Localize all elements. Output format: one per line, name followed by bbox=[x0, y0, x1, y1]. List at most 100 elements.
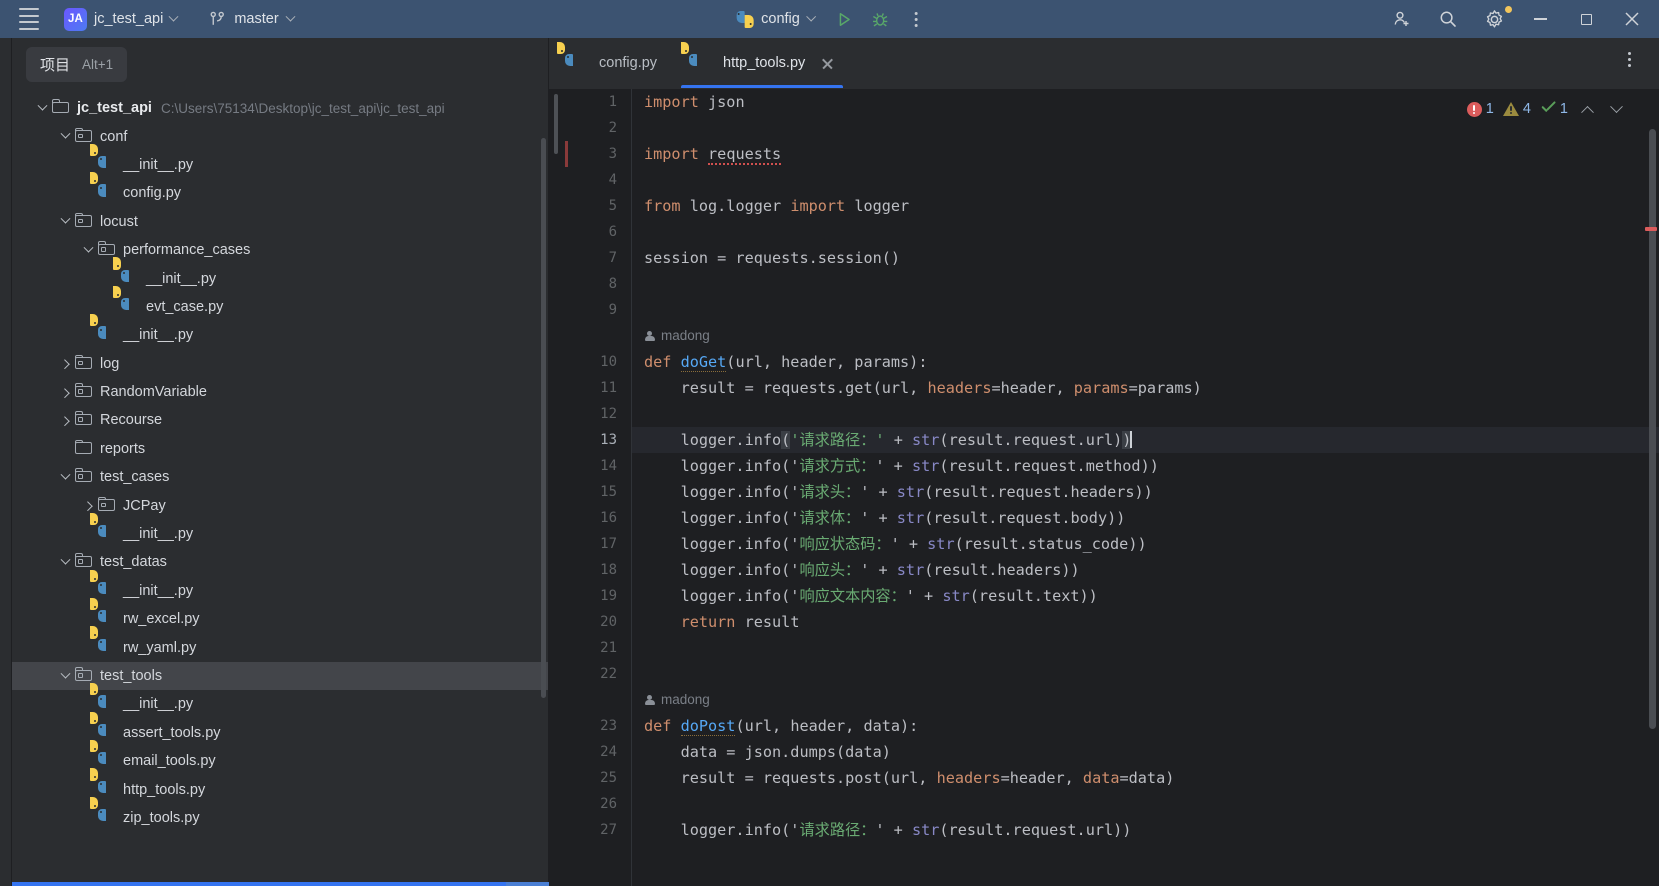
code-line[interactable]: logger.info('响应状态码：' + str(result.status… bbox=[632, 531, 1659, 557]
code-line[interactable]: logger.info('请求体：' + str(result.request.… bbox=[632, 505, 1659, 531]
chevron-right-icon[interactable] bbox=[57, 412, 73, 428]
chevron-down-icon bbox=[285, 11, 296, 22]
code-line-caret[interactable]: logger.info('请求路径：' + str(result.request… bbox=[632, 427, 1659, 453]
code-line[interactable]: logger.info('响应头：' + str(result.headers)… bbox=[632, 557, 1659, 583]
settings-button[interactable] bbox=[1471, 0, 1517, 38]
code-line[interactable] bbox=[632, 661, 1659, 687]
tree-row[interactable]: zip_tools.py bbox=[12, 804, 548, 832]
code-line[interactable] bbox=[632, 635, 1659, 661]
chevron-down-icon[interactable] bbox=[80, 242, 96, 258]
warning-indicator[interactable]: 4 bbox=[1500, 101, 1534, 117]
editor-options-button[interactable] bbox=[1613, 44, 1645, 74]
run-configuration-selector[interactable]: config bbox=[727, 7, 824, 32]
line-number: 22 bbox=[600, 666, 617, 682]
tree-row[interactable]: __init__.py bbox=[12, 264, 548, 292]
code-line[interactable] bbox=[632, 297, 1659, 323]
code-line[interactable]: def doPost(url, header, data): bbox=[632, 713, 1659, 739]
code-token: =params) bbox=[1128, 379, 1202, 397]
chevron-down-icon[interactable] bbox=[34, 100, 50, 116]
tree-row[interactable]: RandomVariable bbox=[12, 378, 548, 406]
code-line[interactable]: session = requests.session() bbox=[632, 245, 1659, 271]
project-scrollbar[interactable] bbox=[541, 138, 546, 698]
line-number: 23 bbox=[600, 718, 617, 734]
code-line[interactable] bbox=[632, 167, 1659, 193]
chevron-down-icon bbox=[1609, 99, 1623, 113]
tree-row[interactable]: Recourse bbox=[12, 406, 548, 434]
code-line[interactable]: return result bbox=[632, 609, 1659, 635]
title-bar-center: config bbox=[727, 4, 932, 34]
left-tool-strip[interactable] bbox=[0, 38, 12, 886]
branch-selector[interactable]: master bbox=[201, 7, 301, 32]
code-column[interactable]: import json import requests from log.log… bbox=[631, 89, 1659, 886]
tree-row[interactable]: log bbox=[12, 350, 548, 378]
package-folder-icon bbox=[75, 553, 93, 571]
code-line[interactable] bbox=[632, 791, 1659, 817]
code-line[interactable] bbox=[632, 401, 1659, 427]
code-line[interactable]: logger.info('请求头：' + str(result.request.… bbox=[632, 479, 1659, 505]
debug-button[interactable] bbox=[864, 4, 896, 34]
tree-row[interactable]: jc_test_api C:\Users\75134\Desktop\jc_tes… bbox=[12, 94, 548, 122]
tree-row[interactable]: test_cases bbox=[12, 463, 548, 491]
typo-indicator[interactable]: 1 bbox=[1537, 101, 1571, 117]
vcs-annotation[interactable]: madong bbox=[632, 687, 1659, 713]
chevron-down-icon[interactable] bbox=[57, 668, 73, 684]
code-line[interactable]: data = json.dumps(data) bbox=[632, 739, 1659, 765]
chevron-right-icon[interactable] bbox=[57, 356, 73, 372]
code-token: ( bbox=[781, 431, 791, 449]
error-indicator[interactable]: 1 bbox=[1464, 101, 1497, 117]
tree-row[interactable]: rw_yaml.py bbox=[12, 633, 548, 661]
search-everywhere-button[interactable] bbox=[1425, 0, 1471, 38]
editor-tab-bar: config.py http_tools.py bbox=[549, 38, 1659, 88]
chevron-down-icon[interactable] bbox=[57, 128, 73, 145]
tree-row[interactable]: performance_cases bbox=[12, 236, 548, 264]
chevron-right-icon[interactable] bbox=[57, 384, 73, 400]
editor-scrollbar[interactable] bbox=[1649, 129, 1656, 729]
code-line[interactable]: logger.info('请求方式：' + str(result.request… bbox=[632, 453, 1659, 479]
code-line[interactable] bbox=[632, 271, 1659, 297]
line-number: 20 bbox=[600, 614, 617, 630]
project-file-tree[interactable]: jc_test_api C:\Users\75134\Desktop\jc_tes… bbox=[12, 90, 548, 886]
code-line[interactable]: logger.info('请求路径：' + str(result.request… bbox=[632, 817, 1659, 843]
chevron-right-icon[interactable] bbox=[80, 498, 96, 514]
chevron-down-icon[interactable] bbox=[57, 469, 73, 485]
more-actions-button[interactable] bbox=[900, 4, 932, 34]
code-line[interactable]: logger.info('响应文本内容：' + str(result.text)… bbox=[632, 583, 1659, 609]
code-line[interactable]: from log.logger import logger bbox=[632, 193, 1659, 219]
editor-tab[interactable]: http_tools.py bbox=[673, 38, 851, 88]
tree-row-label: performance_cases bbox=[123, 242, 251, 259]
next-problem-button[interactable] bbox=[1603, 97, 1629, 121]
project-selector[interactable]: JA jc_test_api bbox=[56, 4, 185, 35]
tree-row[interactable]: locust bbox=[12, 208, 548, 236]
chevron-down-icon[interactable] bbox=[57, 213, 73, 230]
tree-row[interactable]: config.py bbox=[12, 179, 548, 207]
minimize-button[interactable] bbox=[1517, 0, 1563, 38]
tree-row[interactable]: __init__.py bbox=[12, 520, 548, 548]
line-number: 2 bbox=[608, 120, 617, 136]
error-stripe-marker[interactable] bbox=[1645, 227, 1657, 231]
source-code[interactable]: import json import requests from log.log… bbox=[632, 89, 1659, 843]
hamburger-icon[interactable] bbox=[12, 4, 46, 34]
line-number: 16 bbox=[600, 510, 617, 526]
vcs-annotation[interactable]: madong bbox=[632, 323, 1659, 349]
code-line[interactable]: import requests bbox=[632, 141, 1659, 167]
tree-row[interactable]: __init__.py bbox=[12, 321, 548, 349]
editor-tab[interactable]: config.py bbox=[549, 38, 673, 88]
project-tab-button[interactable]: 项目 Alt+1 bbox=[26, 46, 128, 82]
code-token: logger.info(' bbox=[644, 483, 800, 501]
close-tab-icon[interactable] bbox=[820, 56, 835, 71]
code-line[interactable]: result = requests.get(url, headers=heade… bbox=[632, 375, 1659, 401]
close-button[interactable] bbox=[1609, 0, 1655, 38]
add-user-button[interactable] bbox=[1379, 0, 1425, 38]
code-token: ' + bbox=[905, 587, 943, 605]
code-line[interactable] bbox=[632, 219, 1659, 245]
previous-problem-button[interactable] bbox=[1574, 97, 1600, 121]
code-line[interactable]: result = requests.post(url, headers=head… bbox=[632, 765, 1659, 791]
tree-row-label: __init__.py bbox=[146, 270, 217, 287]
chevron-down-icon[interactable] bbox=[57, 554, 73, 570]
maximize-button[interactable] bbox=[1563, 0, 1609, 38]
inspection-widget[interactable]: 1 4 1 bbox=[1464, 97, 1629, 121]
chevron-up-icon bbox=[1580, 105, 1594, 119]
code-line[interactable]: def doGet(url, header, params): bbox=[632, 349, 1659, 375]
tree-row[interactable]: reports bbox=[12, 435, 548, 463]
run-button[interactable] bbox=[828, 4, 860, 34]
